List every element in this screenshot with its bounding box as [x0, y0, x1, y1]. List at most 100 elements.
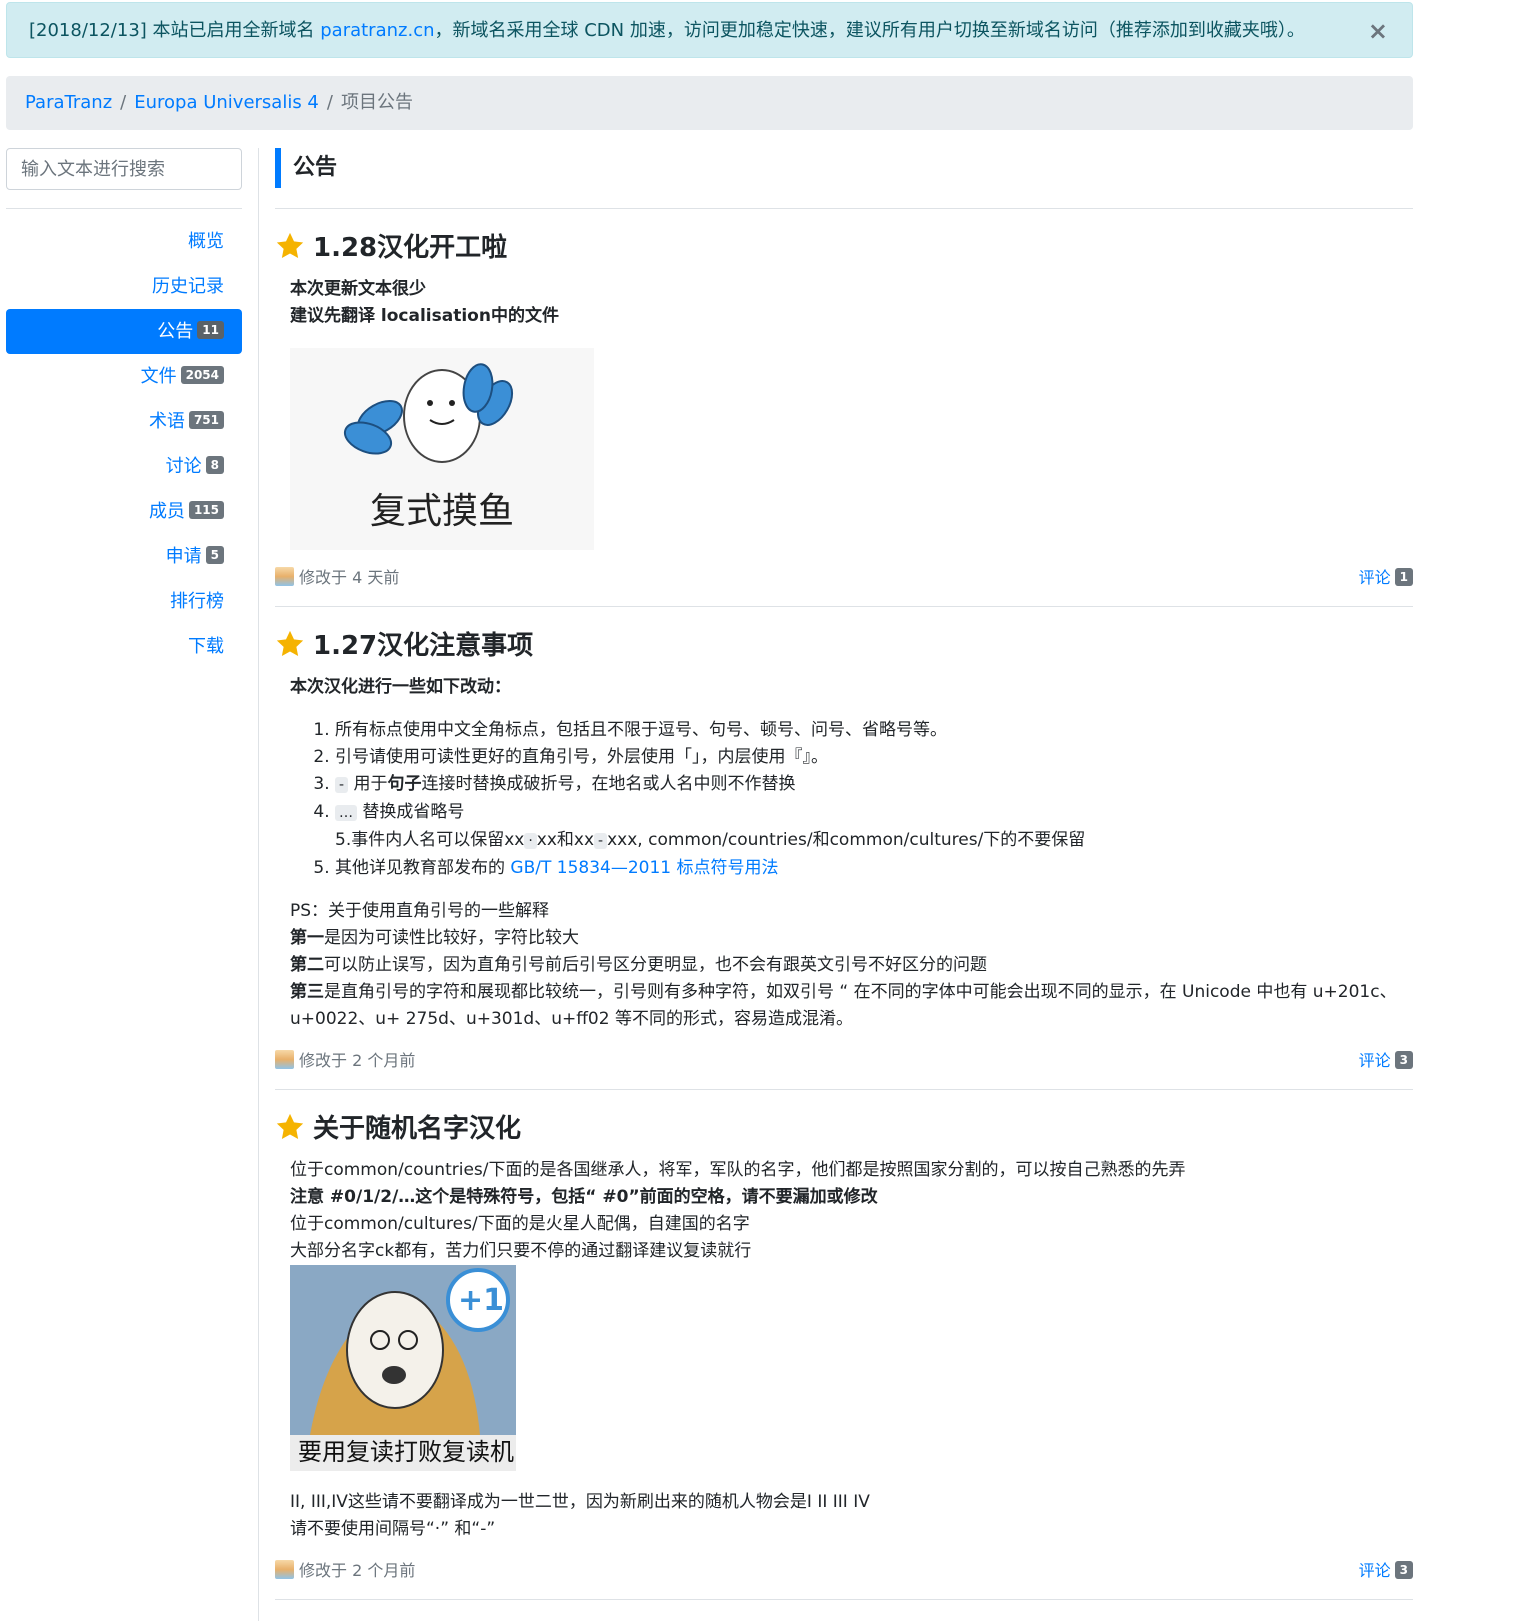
- rule-list: 其他详见教育部发布的 GB/T 15834—2011 标点符号用法: [290, 855, 1413, 882]
- plus-one-badge: +1: [458, 1283, 505, 1318]
- comment-count-badge: 1: [1394, 567, 1413, 586]
- count-badge: 115: [188, 501, 224, 519]
- announcement-body: 本次汉化进行一些如下改动： 所有标点使用中文全角标点，包括且不限于逗号、句号、顿…: [275, 674, 1413, 1033]
- paragraph-text: 是因为可读性比较好，字符比较大: [324, 928, 579, 948]
- count-badge: 5: [205, 546, 224, 564]
- code-snippet: …: [335, 805, 357, 821]
- sidebar-item-terms[interactable]: 术语 751: [6, 399, 242, 444]
- breadcrumb-separator: /: [120, 92, 127, 113]
- comment-link[interactable]: 评论 3: [1359, 1559, 1413, 1583]
- text-line: 注意 #0/1/2/…这个是特殊符号，包括“ #0”前面的空格，请不要漏加或修改: [290, 1187, 878, 1207]
- sidebar-item-files[interactable]: 文件 2054: [6, 354, 242, 399]
- rule-list: 所有标点使用中文全角标点，包括且不限于逗号、句号、顿号、问号、省略号等。 引号请…: [290, 717, 1413, 827]
- announcement-title[interactable]: 1.28汉化开工啦: [275, 227, 1413, 264]
- announcement-body: II, III,IV这些请不要翻译成为一世二世，因为新刷出来的随机人物会是I I…: [275, 1489, 1413, 1543]
- alert-text-suffix: ，新域名采用全球 CDN 加速，访问更加稳定快速，建议所有用户切换至新域名访问（…: [434, 20, 1305, 41]
- avatar: [275, 1560, 294, 1579]
- sidebar-item-members[interactable]: 成员 115: [6, 489, 242, 534]
- text-line: 建议先翻译 localisation中的文件: [290, 306, 559, 326]
- sidebar-item-label: 概览: [188, 231, 224, 252]
- breadcrumb-current: 项目公告: [340, 92, 413, 113]
- announcement-body: 本次更新文本很少 建议先翻译 localisation中的文件: [275, 276, 1413, 330]
- text-line: 位于common/cultures/下面的是火星人配偶，自建国的名字: [290, 1214, 750, 1234]
- sidebar-item-download[interactable]: 下载: [6, 624, 242, 669]
- star-icon: [276, 1113, 304, 1139]
- sidebar-item-label: 术语: [148, 411, 185, 432]
- count-badge: 8: [205, 456, 224, 474]
- list-item: … 替换成省略号: [335, 799, 1413, 827]
- main-content: 公告 1.28汉化开工啦 本次更新文本很少 建议先翻译 localisation…: [275, 148, 1413, 1600]
- sidebar-item-label: 成员: [148, 501, 185, 522]
- count-badge: 751: [188, 411, 224, 429]
- announcement-meta: 修改于 4 天前 评论 1: [275, 566, 1413, 590]
- sidebar-item-overview[interactable]: 概览: [6, 219, 242, 264]
- announcement-card: 关于随机名字汉化 位于common/countries/下面的是各国继承人，将军…: [275, 1090, 1413, 1600]
- meme-image: 复式摸鱼: [290, 348, 594, 550]
- modified-time: 修改于 2 个月前: [299, 1051, 416, 1070]
- count-badge: 2054: [180, 366, 224, 384]
- announcement-title-text: 1.28汉化开工啦: [313, 233, 508, 263]
- comment-link[interactable]: 评论 3: [1359, 1049, 1413, 1073]
- comment-count-badge: 3: [1394, 1050, 1413, 1069]
- meme-image: +1 要用复读打败复读机: [290, 1265, 516, 1471]
- sidebar-item-label: 讨论: [165, 456, 202, 477]
- paragraph-text: 是直角引号的字符和展现都比较统一，引号则有多种字符，如双引号 “ 在不同的字体中…: [290, 982, 1397, 1029]
- meme-caption: 要用复读打败复读机: [298, 1438, 514, 1466]
- avatar: [275, 1050, 294, 1069]
- announcement-title[interactable]: 关于随机名字汉化: [275, 1108, 1413, 1145]
- list-item-text: 替换成省略号: [357, 802, 465, 822]
- breadcrumb-separator: /: [326, 92, 333, 113]
- announcement-title-text: 关于随机名字汉化: [313, 1114, 522, 1144]
- sidebar-item-label: 文件: [140, 366, 177, 387]
- page-title: 公告: [275, 148, 1413, 188]
- paragraph-text: 可以防止误写，因为直角引号前后引号区分更明显，也不会有跟英文引号不好区分的问题: [324, 955, 987, 975]
- announcement-meta: 修改于 2 个月前 评论 3: [275, 1559, 1413, 1583]
- sidebar-item-label: 申请: [165, 546, 202, 567]
- sidebar-item-announcements[interactable]: 公告 11: [6, 309, 242, 354]
- announcement-title-text: 1.27汉化注意事项: [313, 631, 534, 661]
- code-snippet: -: [594, 833, 608, 849]
- count-badge: 11: [197, 321, 224, 339]
- list-item-text: 5.事件内人名可以保留xx: [335, 830, 525, 850]
- announcement-title[interactable]: 1.27汉化注意事项: [275, 625, 1413, 662]
- announcement-meta: 修改于 2 个月前 评论 3: [275, 1049, 1413, 1073]
- sidebar-item-label: 历史记录: [152, 276, 224, 297]
- standard-link[interactable]: GB/T 15834—2011 标点符号用法: [510, 858, 778, 878]
- text-line: II, III,IV这些请不要翻译成为一世二世，因为新刷出来的随机人物会是I I…: [290, 1492, 870, 1512]
- list-item: - 用于句子连接时替换成破折号，在地名或人名中则不作替换: [335, 771, 1413, 799]
- text-line: 位于common/countries/下面的是各国继承人，将军，军队的名字，他们…: [290, 1160, 1186, 1180]
- announcement-card: 1.27汉化注意事项 本次汉化进行一些如下改动： 所有标点使用中文全角标点，包括…: [275, 607, 1413, 1090]
- breadcrumb-root[interactable]: ParaTranz: [25, 92, 112, 113]
- search-input[interactable]: [6, 148, 242, 190]
- comment-label: 评论: [1358, 1051, 1391, 1070]
- modified-time: 修改于 2 个月前: [299, 1561, 416, 1580]
- sidebar-item-history[interactable]: 历史记录: [6, 264, 242, 309]
- emphasis: 第一: [290, 928, 324, 948]
- modified-time: 修改于 4 天前: [299, 568, 400, 587]
- breadcrumb-project[interactable]: Europa Universalis 4: [134, 92, 319, 113]
- alert-text: [2018/12/13] 本站已启用全新域名: [29, 20, 321, 41]
- list-item-text: 句子: [387, 774, 422, 794]
- close-icon[interactable]: ×: [1368, 3, 1388, 59]
- meme-caption: 复式摸鱼: [369, 491, 514, 532]
- divider: [6, 208, 242, 209]
- code-snippet: -: [335, 777, 349, 793]
- text-line: 第二可以防止误写，因为直角引号前后引号区分更明显，也不会有跟英文引号不好区分的问…: [290, 952, 1413, 979]
- text-line: 本次汉化进行一些如下改动：: [290, 677, 511, 697]
- comment-label: 评论: [1358, 1561, 1391, 1580]
- sidebar-item-label: 下载: [188, 636, 224, 657]
- list-item-text: 用于: [348, 774, 388, 794]
- sidebar-item-applications[interactable]: 申请 5: [6, 534, 242, 579]
- comment-link[interactable]: 评论 1: [1359, 566, 1413, 590]
- text-line: 本次更新文本很少: [290, 279, 426, 299]
- emphasis: 第二: [290, 955, 324, 975]
- comment-count-badge: 3: [1394, 1560, 1413, 1579]
- list-item-text: xxx, common/countries/和common/cultures/下…: [607, 830, 1086, 850]
- sidebar: 概览 历史记录 公告11 文件2054 术语751 讨论8 成员115 申请5 …: [6, 148, 242, 669]
- sidebar-item-leaderboard[interactable]: 排行榜: [6, 579, 242, 624]
- sidebar-item-discussions[interactable]: 讨论 8: [6, 444, 242, 489]
- text-line: 请不要使用间隔号“·” 和“-”: [290, 1519, 496, 1539]
- announcement-card: 1.28汉化开工啦 本次更新文本很少 建议先翻译 localisation中的文…: [275, 209, 1413, 607]
- star-icon: [276, 232, 304, 258]
- alert-domain-link[interactable]: paratranz.cn: [320, 20, 434, 41]
